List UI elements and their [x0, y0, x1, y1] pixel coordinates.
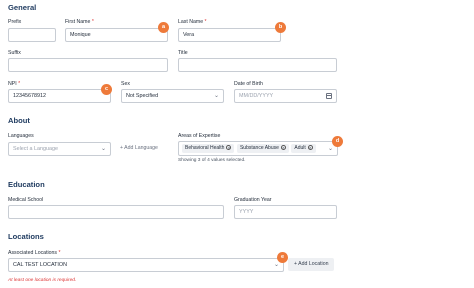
suffix-label: Suffix — [8, 50, 21, 56]
last-name-label-text: Last Name — [178, 19, 204, 25]
expertise-tag-label: Behavioral Health — [185, 145, 225, 151]
expertise-tag-label: Substance Abuse — [239, 145, 279, 151]
chevron-down-icon: ⌄ — [100, 146, 106, 152]
first-name-label: First Name * — [65, 19, 94, 25]
section-title-education: Education — [8, 180, 45, 189]
marker-c: c — [101, 84, 112, 95]
medical-school-input[interactable] — [8, 205, 224, 219]
prefix-input[interactable] — [8, 28, 56, 42]
marker-b: b — [275, 22, 286, 33]
section-title-general: General — [8, 3, 37, 12]
graduation-year-label: Graduation Year — [234, 197, 272, 203]
associated-locations-value: CAL TEST LOCATION — [13, 262, 68, 268]
calendar-icon[interactable] — [326, 93, 332, 99]
add-location-button[interactable]: + Add Location — [288, 258, 335, 271]
expertise-tag[interactable]: Substance Abuse × — [236, 144, 289, 153]
marker-d: d — [332, 136, 343, 147]
npi-input[interactable]: 12345678912 — [8, 89, 111, 103]
title-input[interactable] — [178, 58, 337, 72]
sex-select-value: Not Specified — [126, 93, 159, 99]
expertise-hint: Showing 3 of 4 values selected. — [178, 158, 246, 163]
graduation-year-input[interactable]: YYYY — [234, 205, 337, 219]
last-name-input[interactable]: Vera — [178, 28, 281, 42]
associated-locations-label: Associated Locations * — [8, 250, 61, 256]
last-name-label: Last Name * — [178, 19, 207, 25]
required-mark: * — [91, 19, 94, 25]
dob-input[interactable]: MM/DD/YYYY — [234, 89, 337, 103]
expertise-tag[interactable]: Adult × — [291, 144, 316, 153]
languages-placeholder: Select a Language — [13, 146, 58, 152]
required-mark: * — [58, 250, 61, 256]
sex-select[interactable]: Not Specified ⌄ — [121, 89, 224, 103]
npi-label: NPI * — [8, 81, 20, 87]
expertise-multiselect[interactable]: Behavioral Health × Substance Abuse × Adul… — [178, 141, 338, 156]
sex-label: Sex — [121, 81, 130, 87]
required-mark: * — [204, 19, 207, 25]
remove-icon[interactable]: × — [307, 145, 313, 150]
npi-label-text: NPI — [8, 81, 17, 87]
expertise-label: Areas of Expertise — [178, 133, 221, 139]
marker-e: e — [277, 252, 288, 263]
associated-locations-label-text: Associated Locations — [8, 250, 58, 256]
languages-select[interactable]: Select a Language ⌄ — [8, 142, 111, 156]
suffix-input[interactable] — [8, 58, 168, 72]
section-title-about: About — [8, 116, 30, 125]
chevron-down-icon: ⌄ — [213, 93, 219, 99]
remove-icon[interactable]: × — [226, 145, 232, 150]
expertise-tag[interactable]: Behavioral Health × — [182, 144, 235, 153]
languages-label: Languages — [8, 133, 34, 139]
expertise-tag-label: Adult — [294, 145, 306, 151]
section-title-locations: Locations — [8, 232, 44, 241]
prefix-label: Prefix — [8, 19, 22, 25]
location-error-message: At least one location is required. — [8, 278, 77, 283]
add-language-button[interactable]: + Add Language — [114, 142, 164, 155]
associated-locations-select[interactable]: CAL TEST LOCATION ⌄ — [8, 258, 284, 272]
remove-icon[interactable]: × — [280, 145, 286, 150]
marker-a: a — [158, 22, 169, 33]
dob-label: Date of Birth — [234, 81, 263, 87]
medical-school-label: Medical School — [8, 197, 44, 203]
dob-placeholder: MM/DD/YYYY — [239, 93, 274, 99]
required-mark: * — [18, 81, 21, 87]
title-label: Title — [178, 50, 188, 56]
first-name-label-text: First Name — [65, 19, 91, 25]
first-name-input[interactable]: Monique — [65, 28, 168, 42]
